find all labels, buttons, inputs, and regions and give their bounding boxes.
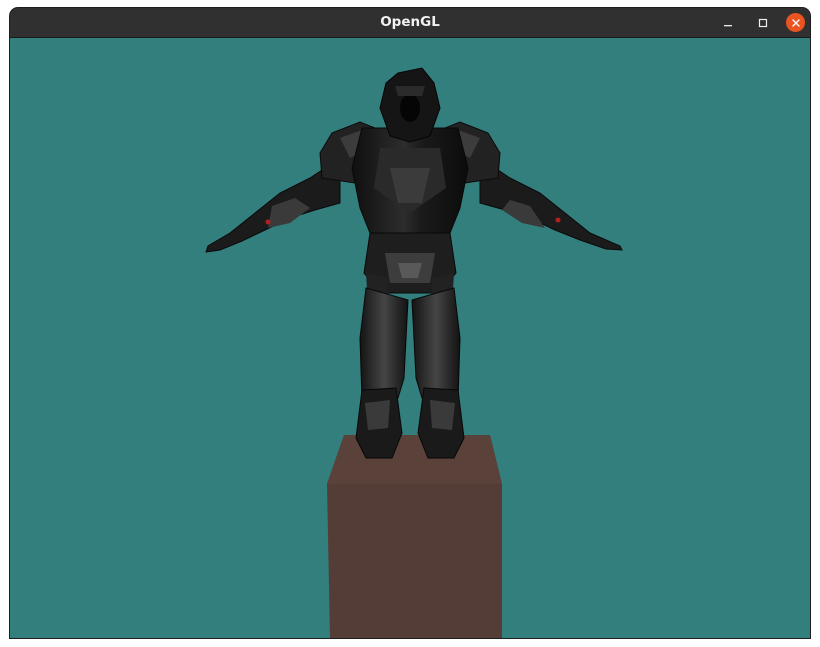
- pedestal: [327, 435, 502, 638]
- minimize-button[interactable]: [718, 13, 738, 33]
- maximize-button[interactable]: [753, 13, 773, 33]
- maximize-icon: [758, 18, 768, 28]
- title-bar[interactable]: OpenGL: [10, 8, 810, 38]
- opengl-viewport[interactable]: [10, 38, 810, 638]
- scene-render: [205, 67, 623, 638]
- opengl-window: OpenGL: [10, 8, 810, 638]
- window-title: OpenGL: [380, 14, 440, 30]
- minimize-icon: [724, 25, 732, 27]
- armored-character-model: [205, 67, 623, 459]
- close-button[interactable]: [786, 13, 805, 32]
- close-icon: [791, 18, 800, 27]
